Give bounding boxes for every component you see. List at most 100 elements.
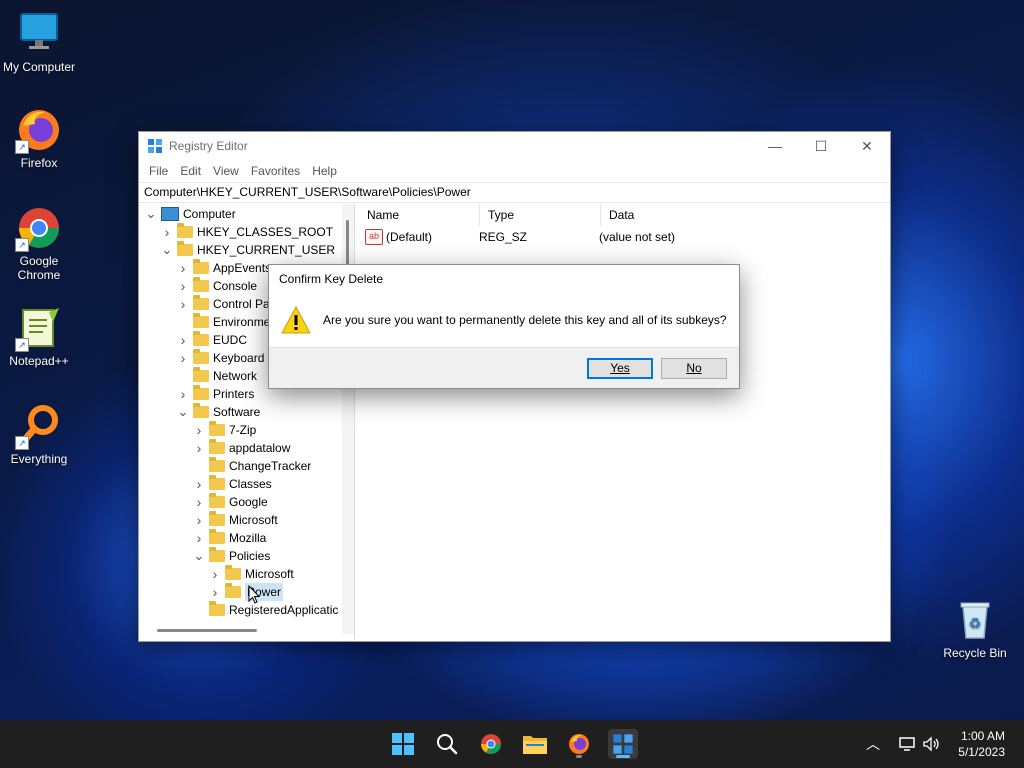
tree-item[interactable]: › Printers (177, 385, 254, 403)
desktop-icon-everything[interactable]: ↗ Everything (0, 402, 78, 466)
tree-item[interactable]: › Classes (193, 475, 272, 493)
folder-icon (177, 223, 193, 238)
tree-item[interactable]: Environme (177, 313, 270, 331)
tree-item[interactable]: › Microsoft (193, 511, 278, 529)
column-header-name[interactable]: Name (359, 204, 480, 226)
taskbar: ︿ 1:00 AM 5/1/2023 (0, 720, 1024, 768)
chevron-right-icon[interactable]: › (177, 331, 189, 349)
tree-item-label: Google (229, 495, 268, 509)
folder-icon (209, 439, 225, 454)
column-header-type[interactable]: Type (480, 204, 601, 226)
tree-item-label: Printers (213, 387, 255, 401)
clock[interactable]: 1:00 AM 5/1/2023 (958, 728, 1005, 760)
chevron-down-icon[interactable]: ⌄ (145, 207, 157, 220)
tree-item[interactable]: › Keyboard L (177, 349, 274, 367)
chevron-right-icon[interactable]: › (177, 259, 189, 277)
chevron-down-icon[interactable]: ⌄ (161, 243, 173, 256)
chevron-down-icon[interactable]: ⌄ (177, 405, 189, 418)
folder-icon (209, 493, 225, 508)
taskbar-chrome[interactable] (476, 729, 506, 759)
tree-item[interactable]: › Google (193, 493, 268, 511)
tree-item-label: Environme (213, 315, 271, 329)
desktop-icon-firefox[interactable]: ↗ Firefox (0, 106, 78, 170)
minimize-button[interactable]: — (752, 132, 798, 160)
tree-item[interactable]: › Mozilla (193, 529, 266, 547)
title-bar[interactable]: Registry Editor — ☐ ✕ (139, 132, 890, 160)
no-button[interactable]: No (661, 358, 727, 379)
value-row[interactable]: ab (Default) REG_SZ (value not set) (359, 226, 889, 248)
tree-item[interactable]: › Console (177, 277, 257, 295)
folder-icon (193, 367, 209, 382)
tree-horizontal-scrollbar[interactable] (157, 629, 257, 632)
chevron-right-icon[interactable]: › (193, 493, 205, 511)
chevron-right-icon[interactable]: › (193, 439, 205, 457)
chevron-right-icon[interactable]: › (209, 583, 221, 601)
chevron-right-icon[interactable]: › (177, 295, 189, 313)
tree-item[interactable]: ChangeTracker (193, 457, 311, 475)
computer-icon (161, 207, 179, 221)
tree-item-label: EUDC (213, 333, 248, 347)
tree-item[interactable]: › 7-Zip (193, 421, 256, 439)
tree-item[interactable]: › EUDC (177, 331, 247, 349)
tree-item[interactable]: ⌄ Computer (145, 205, 236, 223)
address-bar[interactable]: Computer\HKEY_CURRENT_USER\Software\Poli… (139, 182, 890, 203)
network-icon[interactable] (898, 720, 916, 768)
menu-file[interactable]: File (143, 164, 174, 178)
notepadpp-icon: ↗ (15, 304, 63, 352)
desktop-icon-my-computer[interactable]: My Computer (0, 10, 78, 74)
tree-item[interactable]: ⌄ HKEY_CURRENT_USER (161, 241, 335, 259)
menu-favorites[interactable]: Favorites (245, 164, 306, 178)
desktop-icon-recycle-bin[interactable]: ♻ Recycle Bin (936, 596, 1014, 660)
taskbar-firefox[interactable] (564, 729, 594, 759)
tree-item-label: Mozilla (229, 531, 267, 545)
chevron-right-icon[interactable]: › (177, 277, 189, 295)
tree-item[interactable]: ⌄ Policies (193, 547, 270, 565)
dialog-title[interactable]: Confirm Key Delete (269, 265, 739, 293)
tree-item[interactable]: › Microsoft (209, 565, 294, 583)
volume-icon[interactable] (922, 720, 940, 768)
folder-icon (177, 241, 193, 256)
recycle-bin-icon: ♻ (951, 596, 999, 644)
tree-item[interactable]: Network (177, 367, 257, 385)
tree-item[interactable]: › AppEvents (177, 259, 271, 277)
chevron-right-icon[interactable]: › (193, 475, 205, 493)
desktop-icon-notepadpp[interactable]: ↗ Notepad++ (0, 304, 78, 368)
show-hidden-icons-button[interactable]: ︿ (866, 720, 880, 768)
chevron-right-icon[interactable]: › (161, 223, 173, 241)
taskbar-file-explorer[interactable] (520, 729, 550, 759)
chevron-right-icon[interactable]: › (177, 349, 189, 367)
column-header-data[interactable]: Data (601, 204, 809, 226)
search-button[interactable] (432, 729, 462, 759)
warning-icon (281, 305, 311, 334)
close-button[interactable]: ✕ (844, 132, 890, 160)
folder-icon (193, 349, 209, 364)
tree-item-label: 7-Zip (229, 423, 257, 437)
firefox-icon: ↗ (15, 106, 63, 154)
maximize-button[interactable]: ☐ (798, 132, 844, 160)
chevron-right-icon[interactable]: › (193, 511, 205, 529)
tree-item[interactable]: › Power (209, 583, 284, 601)
chevron-down-icon[interactable]: ⌄ (193, 549, 205, 562)
menu-edit[interactable]: Edit (174, 164, 207, 178)
taskbar-registry-editor[interactable] (608, 729, 638, 759)
yes-button[interactable]: Yes (587, 358, 653, 379)
menu-help[interactable]: Help (306, 164, 343, 178)
tree-item[interactable]: RegisteredApplicatic (193, 601, 338, 619)
desktop-icon-chrome[interactable]: ↗ Google Chrome (0, 204, 78, 282)
tree-item[interactable]: ⌄ Software (177, 403, 260, 421)
tree-item[interactable]: › appdatalow (193, 439, 290, 457)
tree-item[interactable]: › HKEY_CLASSES_ROOT (161, 223, 333, 241)
folder-icon (523, 736, 547, 754)
chrome-icon (481, 734, 501, 754)
chevron-right-icon[interactable]: › (193, 421, 205, 439)
chevron-right-icon[interactable]: › (209, 565, 221, 583)
registry-editor-icon (147, 138, 163, 154)
start-button[interactable] (388, 729, 418, 759)
clock-date: 5/1/2023 (958, 745, 1005, 759)
chevron-right-icon[interactable]: › (177, 385, 189, 403)
chevron-right-icon[interactable]: › (193, 529, 205, 547)
window-title: Registry Editor (169, 139, 248, 153)
menu-view[interactable]: View (207, 164, 245, 178)
tree-item-label: Classes (229, 477, 272, 491)
tree-item[interactable]: › Control Pa (177, 295, 270, 313)
